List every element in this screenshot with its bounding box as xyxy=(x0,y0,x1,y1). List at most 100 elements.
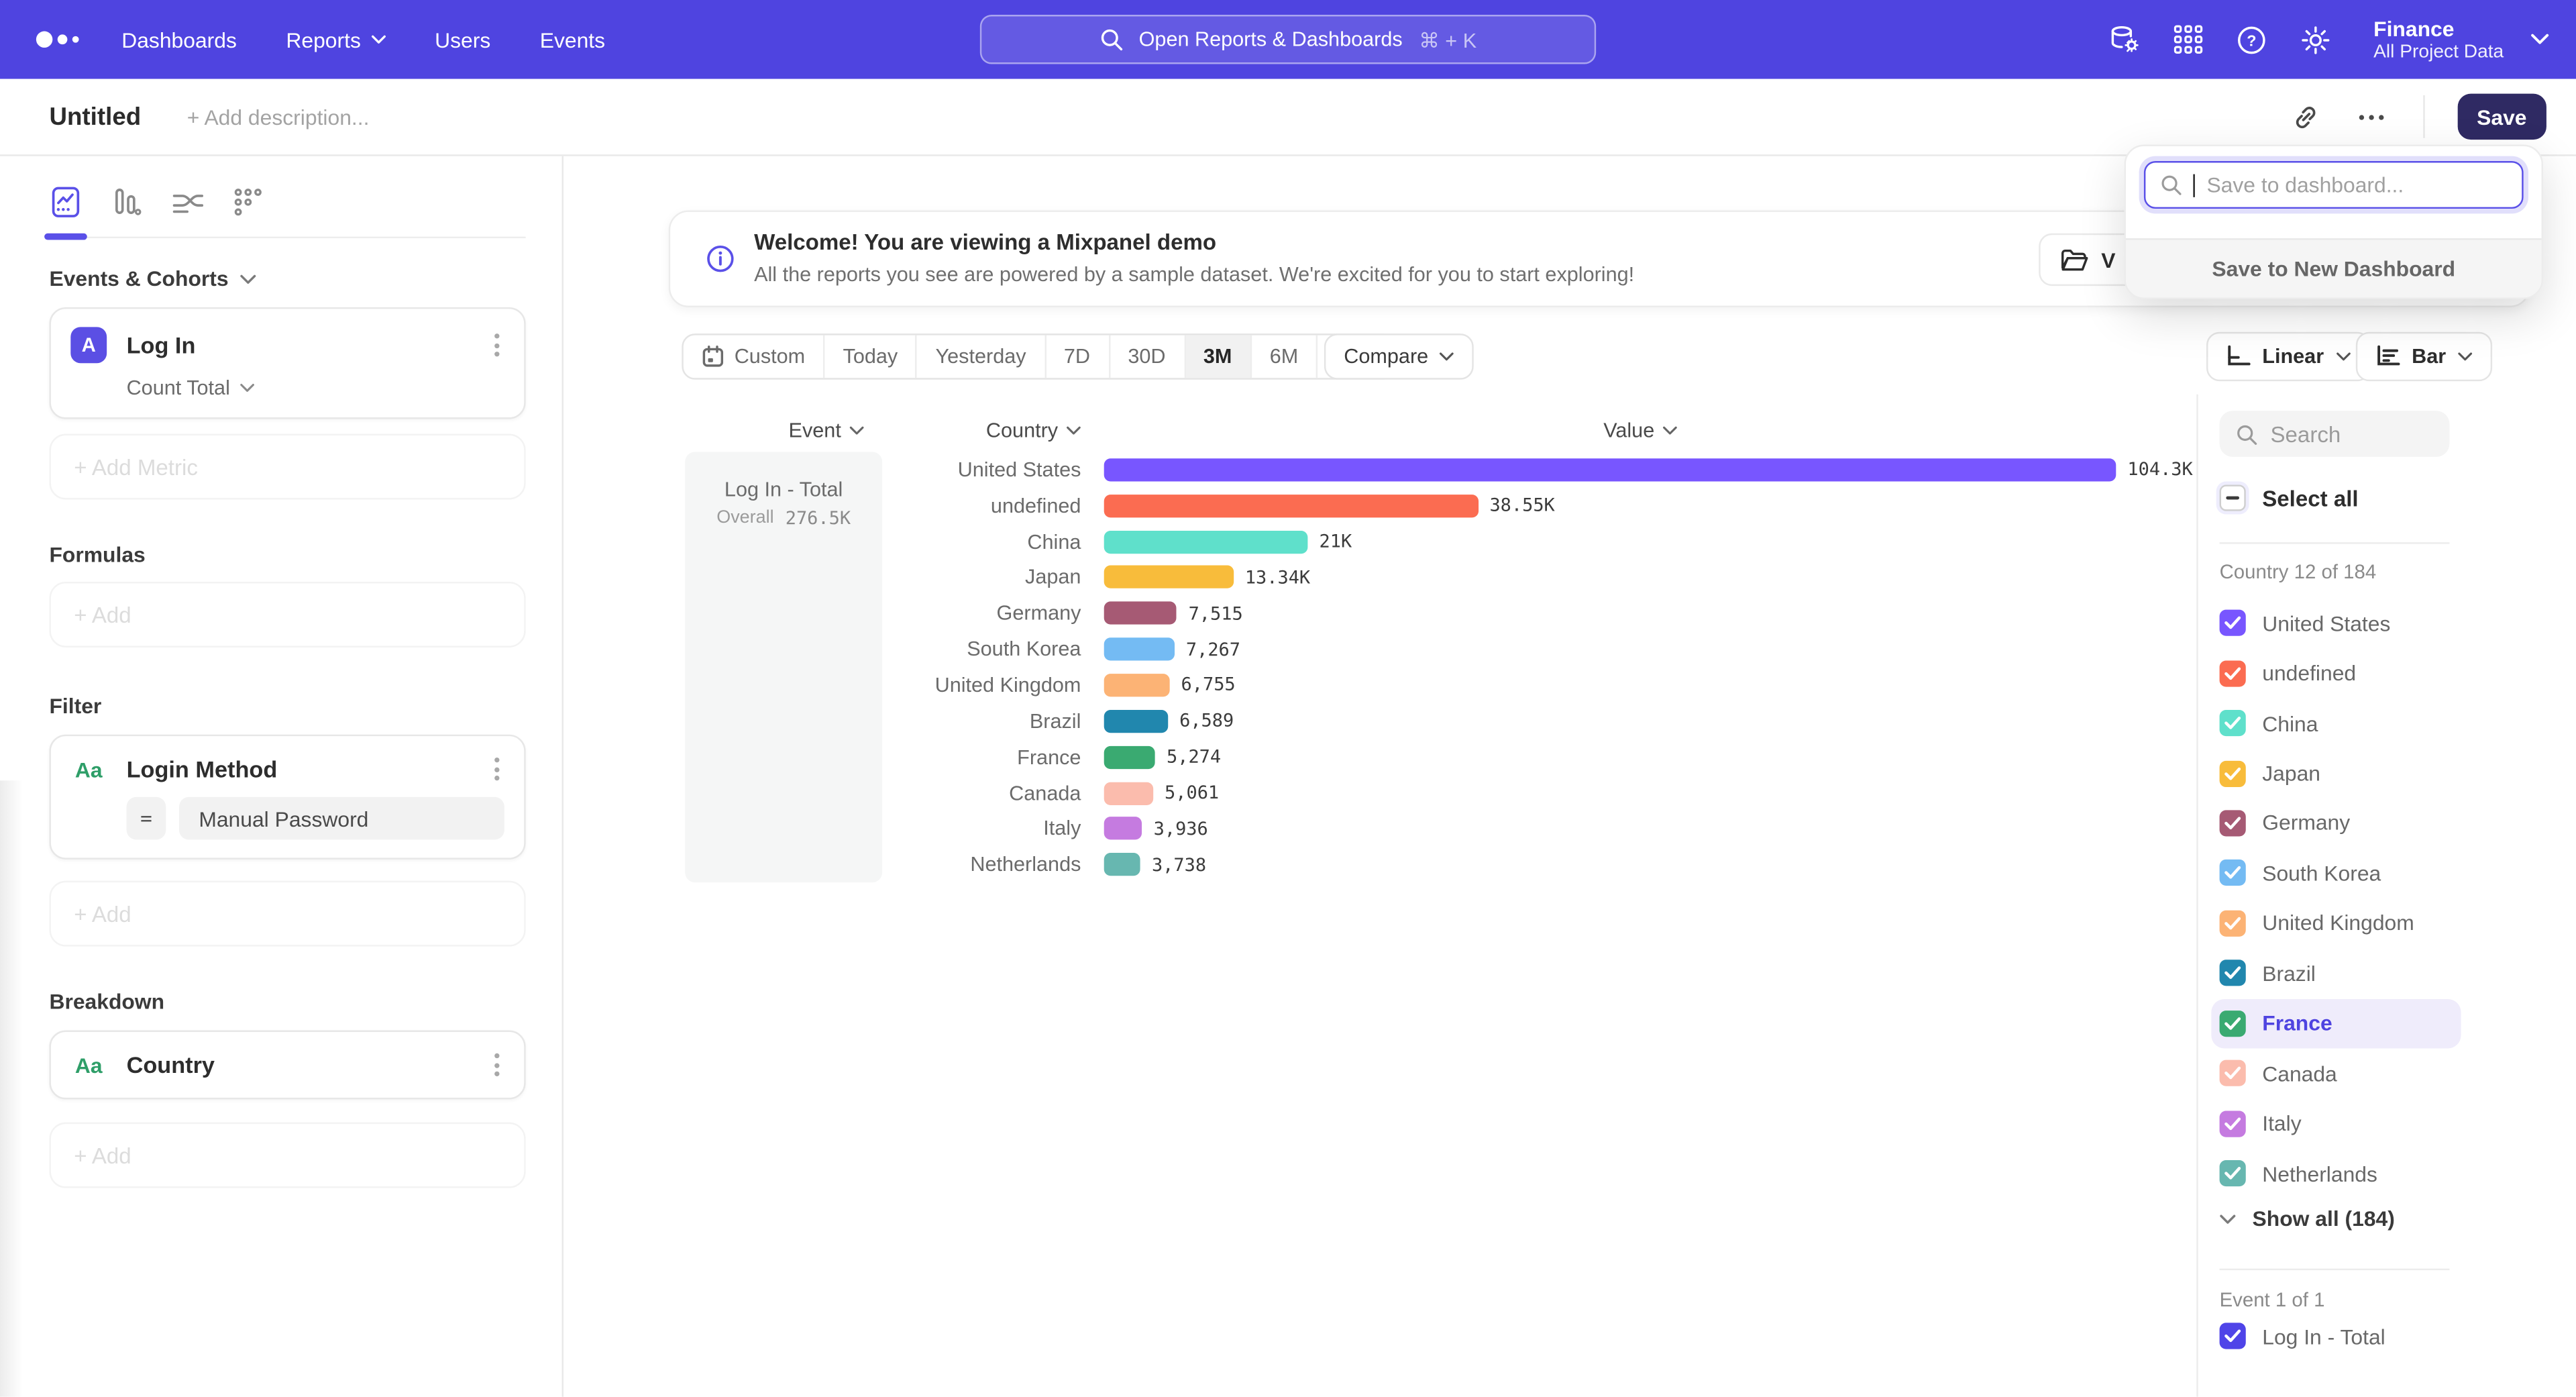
bar-category-label: Germany xyxy=(564,602,1081,625)
apps-grid-icon[interactable] xyxy=(2171,23,2204,56)
bar-segment[interactable] xyxy=(1104,745,1155,768)
bar-segment[interactable] xyxy=(1104,566,1234,589)
nav-item-dashboards[interactable]: Dashboards xyxy=(121,27,237,52)
bar-segment[interactable] xyxy=(1104,817,1142,840)
column-header-value[interactable]: Value xyxy=(1603,419,1677,442)
country-checkbox-checked[interactable] xyxy=(2220,860,2246,886)
bar-value-label: 3,738 xyxy=(1152,854,1206,876)
scale-dropdown[interactable]: Linear xyxy=(2206,332,2370,381)
bar-segment[interactable] xyxy=(1104,602,1177,625)
tab-funnels[interactable] xyxy=(110,186,143,219)
country-checkbox-label: United States xyxy=(2262,611,2390,635)
help-icon[interactable]: ? xyxy=(2235,23,2268,56)
range-3m[interactable]: 3M xyxy=(1185,335,1252,378)
add-filter-button[interactable]: + Add xyxy=(49,881,525,947)
global-search-input[interactable]: Open Reports & Dashboards ⌘ + K xyxy=(980,15,1596,64)
bar-segment[interactable] xyxy=(1104,530,1308,553)
range-custom[interactable]: Custom xyxy=(684,335,825,378)
country-checkbox-checked[interactable] xyxy=(2220,1010,2246,1036)
country-checkbox-checked[interactable] xyxy=(2220,810,2246,836)
save-to-new-dashboard-option[interactable]: Save to New Dashboard xyxy=(2126,238,2542,297)
nav-menu: Dashboards Reports Users Events xyxy=(121,27,605,52)
country-row-south-korea[interactable]: South Korea xyxy=(2211,848,2461,898)
country-row-france[interactable]: France xyxy=(2211,998,2461,1049)
country-row-undefined[interactable]: undefined xyxy=(2211,648,2461,698)
country-checkbox-checked[interactable] xyxy=(2220,610,2246,636)
nav-item-users[interactable]: Users xyxy=(435,27,490,52)
filter-property-name[interactable]: Login Method xyxy=(127,756,470,782)
filter-kebab-icon[interactable] xyxy=(490,753,504,786)
country-row-united-states[interactable]: United States xyxy=(2211,598,2461,648)
tab-insights[interactable] xyxy=(49,186,82,219)
country-checkbox-checked[interactable] xyxy=(2220,960,2246,986)
event-checkbox-row[interactable]: Log In - Total xyxy=(2220,1323,2385,1349)
add-metric-button[interactable]: + Add Metric xyxy=(49,434,525,500)
metric-kebab-icon[interactable] xyxy=(490,329,504,362)
filter-card[interactable]: Aa Login Method = Manual Password xyxy=(49,735,525,860)
breakdown-card[interactable]: Aa Country xyxy=(49,1031,525,1100)
bar-segment[interactable] xyxy=(1104,853,1140,876)
range-today[interactable]: Today xyxy=(825,335,918,378)
country-row-brazil[interactable]: Brazil xyxy=(2211,948,2461,998)
metric-card[interactable]: A Log In Count Total xyxy=(49,307,525,419)
bar-segment[interactable] xyxy=(1104,638,1175,661)
range-7d[interactable]: 7D xyxy=(1046,335,1110,378)
country-checkbox-checked[interactable] xyxy=(2220,1060,2246,1086)
project-scope: All Project Data xyxy=(2373,40,2504,63)
country-row-germany[interactable]: Germany xyxy=(2211,798,2461,849)
range-yesterday[interactable]: Yesterday xyxy=(918,335,1046,378)
country-row-italy[interactable]: Italy xyxy=(2211,1098,2461,1149)
country-checkbox-checked[interactable] xyxy=(2220,1110,2246,1137)
save-dashboard-search-input[interactable]: Save to dashboard... xyxy=(2144,161,2524,209)
nav-item-events[interactable]: Events xyxy=(540,27,605,52)
bar-segment[interactable] xyxy=(1104,782,1153,805)
country-checkbox-label: Brazil xyxy=(2262,961,2316,986)
show-all-toggle[interactable]: Show all (184) xyxy=(2220,1206,2395,1231)
bar-segment[interactable] xyxy=(1104,458,2116,481)
events-cohorts-label[interactable]: Events & Cohorts xyxy=(49,266,525,291)
add-formula-button[interactable]: + Add xyxy=(49,582,525,648)
column-header-country[interactable]: Country xyxy=(941,419,1081,442)
range-6m[interactable]: 6M xyxy=(1252,335,1318,378)
select-all-checkbox-indeterminate[interactable] xyxy=(2220,484,2246,511)
country-checkbox-checked[interactable] xyxy=(2220,660,2246,686)
save-button[interactable]: Save xyxy=(2457,94,2546,140)
metric-aggregation-dropdown[interactable]: Count Total xyxy=(127,376,255,399)
column-header-event[interactable]: Event xyxy=(736,419,916,442)
segment-search-input[interactable]: Search xyxy=(2220,411,2450,457)
event-checkbox-checked[interactable] xyxy=(2220,1323,2246,1349)
country-checkbox-checked[interactable] xyxy=(2220,710,2246,736)
data-management-icon[interactable] xyxy=(2107,23,2140,56)
tab-flows[interactable] xyxy=(171,186,204,219)
filter-value-dropdown[interactable]: Manual Password xyxy=(179,797,504,840)
filter-operator-dropdown[interactable]: = xyxy=(127,797,166,840)
chart-type-dropdown[interactable]: Bar xyxy=(2356,332,2492,381)
bar-segment[interactable] xyxy=(1104,710,1168,733)
range-30d[interactable]: 30D xyxy=(1110,335,1185,378)
tab-retention[interactable] xyxy=(231,186,264,219)
country-row-canada[interactable]: Canada xyxy=(2211,1048,2461,1098)
mixpanel-logo-icon[interactable] xyxy=(36,32,79,48)
project-switcher[interactable]: Finance All Project Data xyxy=(2373,15,2550,63)
country-row-netherlands[interactable]: Netherlands xyxy=(2211,1148,2461,1198)
compare-dropdown[interactable]: Compare xyxy=(1324,333,1474,380)
breakdown-kebab-icon[interactable] xyxy=(490,1048,504,1081)
bar-segment[interactable] xyxy=(1104,674,1170,696)
copy-link-icon[interactable] xyxy=(2291,103,2319,131)
country-row-japan[interactable]: Japan xyxy=(2211,748,2461,798)
settings-gear-icon[interactable] xyxy=(2300,23,2332,56)
select-all-row[interactable]: Select all xyxy=(2220,484,2359,511)
country-checkbox-checked[interactable] xyxy=(2220,760,2246,786)
nav-item-reports[interactable]: Reports xyxy=(286,27,385,52)
country-row-china[interactable]: China xyxy=(2211,698,2461,749)
report-description-placeholder[interactable]: + Add description... xyxy=(187,105,370,130)
breakdown-property-name[interactable]: Country xyxy=(127,1051,470,1078)
country-checkbox-checked[interactable] xyxy=(2220,1160,2246,1186)
country-row-united-kingdom[interactable]: United Kingdom xyxy=(2211,898,2461,949)
bar-segment[interactable] xyxy=(1104,495,1479,517)
country-checkbox-checked[interactable] xyxy=(2220,910,2246,936)
report-title[interactable]: Untitled xyxy=(49,103,141,131)
more-actions-icon[interactable] xyxy=(2352,107,2390,125)
add-breakdown-button[interactable]: + Add xyxy=(49,1123,525,1188)
metric-event-name[interactable]: Log In xyxy=(127,332,470,358)
